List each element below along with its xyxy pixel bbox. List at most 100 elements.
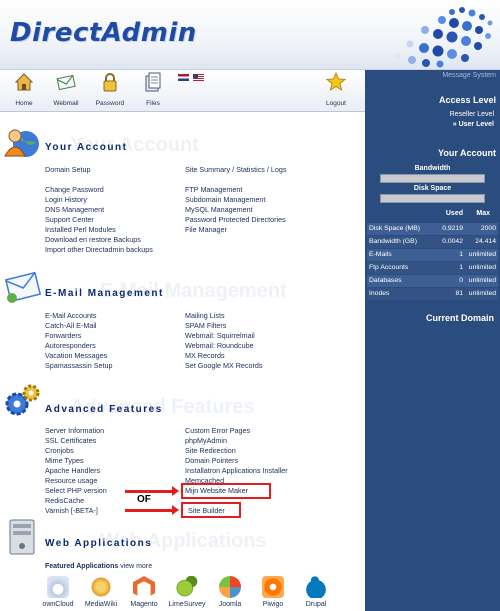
- google-mx-link[interactable]: Set Google MX Records: [185, 361, 263, 370]
- login-history-link[interactable]: Login History: [45, 195, 87, 204]
- password-button[interactable]: Password: [88, 72, 132, 107]
- stat-max: 24.414: [475, 238, 496, 245]
- stat-label: Disk Space (MB): [369, 225, 420, 232]
- stat-used: 0: [459, 277, 463, 284]
- backups-link[interactable]: Download en restore Backups: [45, 235, 141, 244]
- mx-records-link[interactable]: MX Records: [185, 351, 225, 360]
- bandwidth-label: Bandwidth: [414, 165, 451, 172]
- email-accounts-link[interactable]: E-Mail Accounts: [45, 311, 97, 320]
- table-row: Bandwidth (GB) 0.0042 24.414: [367, 236, 498, 249]
- view-more-link[interactable]: view more: [120, 563, 152, 570]
- app-limesurvey[interactable]: LimeSurvey: [166, 576, 208, 608]
- featured-applications-label: Featured Applications view more: [45, 563, 152, 570]
- ssl-certificates-link[interactable]: SSL Certificates: [45, 436, 96, 445]
- catch-all-link[interactable]: Catch-All E-Mail: [45, 321, 97, 330]
- subdomain-management-link[interactable]: Subdomain Management: [185, 195, 265, 204]
- apache-handlers-link[interactable]: Apache Handlers: [45, 466, 100, 475]
- forwarders-link[interactable]: Forwarders: [45, 331, 81, 340]
- us-flag-icon[interactable]: [192, 74, 204, 81]
- star-icon: [325, 71, 347, 91]
- spam-filters-link[interactable]: SPAM Filters: [185, 321, 226, 330]
- password-protected-dirs-link[interactable]: Password Protected Directories: [185, 215, 286, 224]
- files-button[interactable]: Files: [131, 72, 175, 107]
- dns-management-link[interactable]: DNS Management: [45, 205, 104, 214]
- app-drupal[interactable]: Drupal: [295, 576, 337, 608]
- app-label: LimeSurvey: [168, 601, 206, 608]
- dutch-flag-icon[interactable]: [178, 74, 189, 81]
- logout-button[interactable]: Logout: [314, 71, 358, 107]
- joomla-icon: [219, 576, 241, 598]
- user-globe-icon: [4, 129, 39, 157]
- webmail-label: Webmail: [53, 100, 79, 107]
- autoresponders-link[interactable]: Autoresponders: [45, 341, 96, 350]
- reseller-level-link[interactable]: Reseller Level: [450, 111, 494, 118]
- stat-used: 0.9219: [442, 225, 463, 232]
- app-label: MediaWiki: [84, 601, 118, 608]
- vacation-messages-link[interactable]: Vacation Messages: [45, 351, 107, 360]
- spamassassin-link[interactable]: Spamassassin Setup: [45, 361, 113, 370]
- mysql-management-link[interactable]: MySQL Management: [185, 205, 253, 214]
- piwigo-icon: [262, 576, 284, 598]
- roundcube-link[interactable]: Webmail: Roundcube: [185, 341, 254, 350]
- varnish-link[interactable]: Varnish [-BETA-]: [45, 506, 98, 515]
- stat-max: unlimited: [468, 277, 496, 284]
- site-redirection-link[interactable]: Site Redirection: [185, 446, 236, 455]
- access-level-heading: Access Level: [438, 95, 496, 105]
- mailing-lists-link[interactable]: Mailing Lists: [185, 311, 225, 320]
- cronjobs-link[interactable]: Cronjobs: [45, 446, 74, 455]
- domain-setup-link[interactable]: Domain Setup: [45, 165, 91, 174]
- server-icon: [9, 519, 35, 555]
- email-envelope-icon: [4, 271, 42, 303]
- app-owncloud[interactable]: ownCloud: [37, 576, 79, 608]
- squirrelmail-link[interactable]: Webmail: Squirrelmail: [185, 331, 255, 340]
- app-mediawiki[interactable]: MediaWiki: [80, 576, 122, 608]
- import-backups-link[interactable]: Import other Directadmin backups: [45, 245, 153, 254]
- stat-label: Inodes: [369, 290, 390, 297]
- table-row: E-Mails 1 unlimited: [367, 249, 498, 262]
- or-annotation-label: OF: [137, 494, 151, 505]
- ftp-management-link[interactable]: FTP Management: [185, 185, 242, 194]
- phpmyadmin-link[interactable]: phpMyAdmin: [185, 436, 227, 445]
- perl-modules-link[interactable]: Installed Perl Modules: [45, 225, 116, 234]
- stat-used: 0.0042: [442, 238, 463, 245]
- your-account-heading: Your Account: [438, 148, 496, 158]
- table-row: Inodes 81 unlimited: [367, 288, 498, 301]
- header: DirectAdmin: [0, 0, 500, 70]
- logo[interactable]: DirectAdmin: [10, 18, 197, 48]
- custom-error-pages-link[interactable]: Custom Error Pages: [185, 426, 250, 435]
- usage-stats-table: Used Max Disk Space (MB) 0.9219 2000 Ban…: [367, 207, 498, 301]
- app-magento[interactable]: Magento: [123, 576, 165, 608]
- toolbar: Home Webmail Password Files Logout: [0, 70, 365, 112]
- used-column-header: Used: [445, 210, 463, 217]
- highlight-box-website-maker: [181, 483, 271, 499]
- disk-space-bar: [380, 194, 485, 203]
- your-account-title: Your Account: [45, 142, 128, 153]
- stat-label: E-Mails: [369, 251, 392, 258]
- server-information-link[interactable]: Server Information: [45, 426, 104, 435]
- logo-dots-graphic: [395, 7, 493, 68]
- change-password-link[interactable]: Change Password: [45, 185, 104, 194]
- mime-types-link[interactable]: Mime Types: [45, 456, 84, 465]
- file-manager-link[interactable]: File Manager: [185, 225, 227, 234]
- owncloud-icon: [47, 576, 69, 598]
- resource-usage-link[interactable]: Resource usage: [45, 476, 97, 485]
- stat-max: unlimited: [468, 264, 496, 271]
- installatron-link[interactable]: Installatron Applications Installer: [185, 466, 288, 475]
- php-version-link[interactable]: Select PHP version: [45, 486, 107, 495]
- web-applications-title: Web Applications: [45, 538, 153, 549]
- user-level-link[interactable]: » User Level: [453, 121, 494, 128]
- home-button[interactable]: Home: [2, 72, 46, 107]
- app-joomla[interactable]: Joomla: [209, 576, 251, 608]
- domain-pointers-link[interactable]: Domain Pointers: [185, 456, 238, 465]
- app-piwigo[interactable]: Piwigo: [252, 576, 294, 608]
- support-center-link[interactable]: Support Center: [45, 215, 94, 224]
- featured-label: Featured Applications: [45, 563, 119, 570]
- rediscache-link[interactable]: RedisCache: [45, 496, 84, 505]
- message-system-link[interactable]: Message System: [442, 72, 496, 79]
- password-label: Password: [95, 100, 125, 107]
- site-summary-link[interactable]: Site Summary / Statistics / Logs: [185, 165, 286, 174]
- stat-used: 1: [459, 264, 463, 271]
- webmail-button[interactable]: Webmail: [44, 72, 88, 107]
- email-management-title: E-Mail Management: [45, 288, 164, 299]
- app-label: Piwigo: [262, 601, 284, 608]
